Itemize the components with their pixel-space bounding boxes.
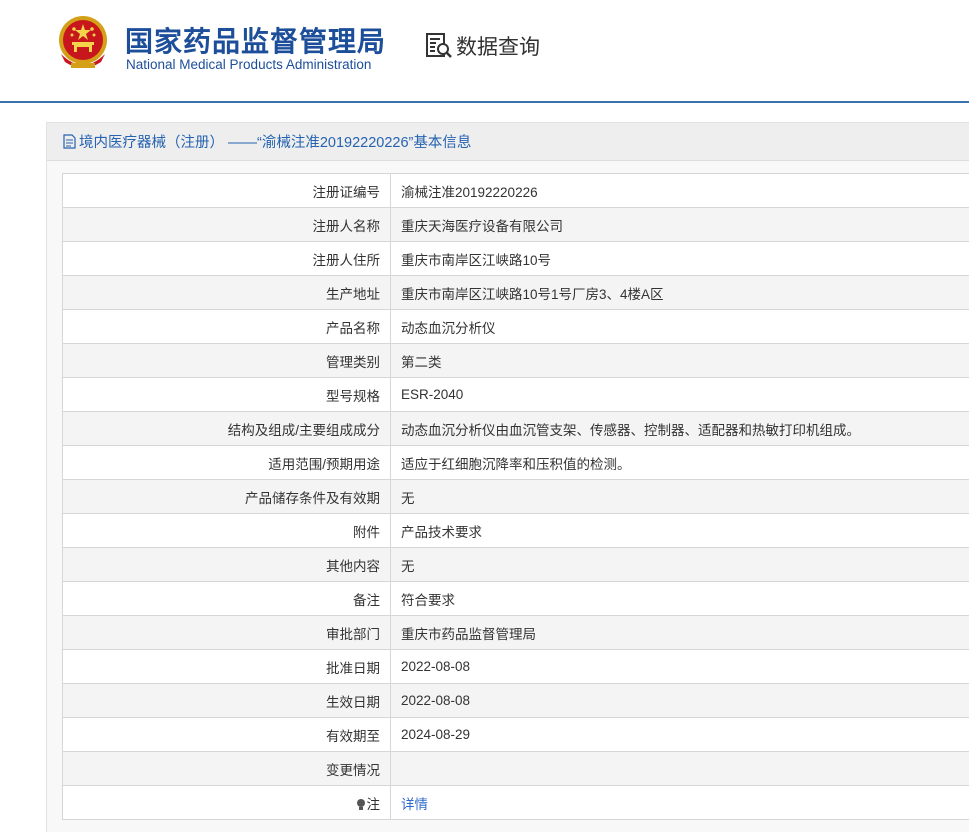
row-label: 其他内容 <box>63 548 391 582</box>
row-value <box>391 752 969 786</box>
table-row: 注册证编号渝械注准20192220226 <box>63 174 969 208</box>
table-row: 批准日期2022-08-08 <box>63 650 969 684</box>
data-query-label: 数据查询 <box>456 31 540 61</box>
row-label: 有效期至 <box>63 718 391 752</box>
table-row: 审批部门重庆市药品监督管理局 <box>63 616 969 650</box>
table-row: 其他内容无 <box>63 548 969 582</box>
table-row: 生效日期2022-08-08 <box>63 684 969 718</box>
details-link[interactable]: 详情 <box>401 797 428 812</box>
table-row: 附件产品技术要求 <box>63 514 969 548</box>
row-label: 结构及组成/主要组成成分 <box>63 412 391 446</box>
data-search-icon <box>424 31 454 61</box>
row-label: 批准日期 <box>63 650 391 684</box>
data-query-nav-button[interactable]: 数据查询 <box>424 30 540 62</box>
row-value: 产品技术要求 <box>391 514 969 548</box>
row-label: 注册人住所 <box>63 242 391 276</box>
row-label: 生效日期 <box>63 684 391 718</box>
table-row: 结构及组成/主要组成成分动态血沉分析仪由血沉管支架、传感器、控制器、适配器和热敏… <box>63 412 969 446</box>
row-value: 第二类 <box>391 344 969 378</box>
table-row-note: 注 详情 <box>63 786 969 820</box>
row-label: 注册证编号 <box>63 174 391 208</box>
info-table: 注册证编号渝械注准20192220226注册人名称重庆天海医疗设备有限公司注册人… <box>62 173 969 820</box>
note-value-cell: 详情 <box>391 786 969 820</box>
note-label: 注 <box>367 797 381 812</box>
row-value: 重庆天海医疗设备有限公司 <box>391 208 969 242</box>
table-row: 型号规格ESR-2040 <box>63 378 969 412</box>
table-row: 注册人住所重庆市南岸区江峡路10号 <box>63 242 969 276</box>
row-value: 重庆市南岸区江峡路10号 <box>391 242 969 276</box>
table-row: 有效期至2024-08-29 <box>63 718 969 752</box>
national-emblem-icon[interactable] <box>55 14 111 72</box>
table-row: 产品储存条件及有效期无 <box>63 480 969 514</box>
row-label: 附件 <box>63 514 391 548</box>
row-label: 变更情况 <box>63 752 391 786</box>
org-name-en[interactable]: National Medical Products Administration <box>126 57 371 72</box>
header-divider <box>0 101 969 103</box>
org-name-cn[interactable]: 国家药品监督管理局 <box>125 20 386 60</box>
site-header: 国家药品监督管理局 National Medical Products Admi… <box>0 0 969 102</box>
document-icon <box>63 134 76 149</box>
row-label: 适用范围/预期用途 <box>63 446 391 480</box>
panel-title-bar: 境内医疗器械（注册） ——“渝械注准20192220226”基本信息 <box>47 123 969 161</box>
panel-title: 境内医疗器械（注册） ——“渝械注准20192220226”基本信息 <box>79 131 471 152</box>
row-value: 重庆市药品监督管理局 <box>391 616 969 650</box>
row-label: 生产地址 <box>63 276 391 310</box>
row-value: 渝械注准20192220226 <box>391 174 969 208</box>
row-label: 管理类别 <box>63 344 391 378</box>
row-value: 动态血沉分析仪由血沉管支架、传感器、控制器、适配器和热敏打印机组成。 <box>391 412 969 446</box>
row-value: 无 <box>391 548 969 582</box>
bulb-icon <box>356 798 366 811</box>
row-label: 注册人名称 <box>63 208 391 242</box>
detail-panel: 境内医疗器械（注册） ——“渝械注准20192220226”基本信息 注册证编号… <box>46 122 969 832</box>
row-value: 动态血沉分析仪 <box>391 310 969 344</box>
row-value: 无 <box>391 480 969 514</box>
row-label: 型号规格 <box>63 378 391 412</box>
row-value: ESR-2040 <box>391 378 969 412</box>
table-row: 产品名称动态血沉分析仪 <box>63 310 969 344</box>
row-label: 审批部门 <box>63 616 391 650</box>
table-row: 注册人名称重庆天海医疗设备有限公司 <box>63 208 969 242</box>
table-row: 适用范围/预期用途适应于红细胞沉降率和压积值的检测。 <box>63 446 969 480</box>
row-value: 重庆市南岸区江峡路10号1号厂房3、4楼A区 <box>391 276 969 310</box>
row-value: 2022-08-08 <box>391 684 969 718</box>
table-row: 生产地址重庆市南岸区江峡路10号1号厂房3、4楼A区 <box>63 276 969 310</box>
row-value: 符合要求 <box>391 582 969 616</box>
note-label-cell: 注 <box>63 786 391 820</box>
table-row: 备注符合要求 <box>63 582 969 616</box>
row-label: 产品名称 <box>63 310 391 344</box>
row-value: 2022-08-08 <box>391 650 969 684</box>
table-row: 管理类别第二类 <box>63 344 969 378</box>
row-label: 产品储存条件及有效期 <box>63 480 391 514</box>
row-value: 适应于红细胞沉降率和压积值的检测。 <box>391 446 969 480</box>
table-row: 变更情况 <box>63 752 969 786</box>
row-label: 备注 <box>63 582 391 616</box>
row-value: 2024-08-29 <box>391 718 969 752</box>
